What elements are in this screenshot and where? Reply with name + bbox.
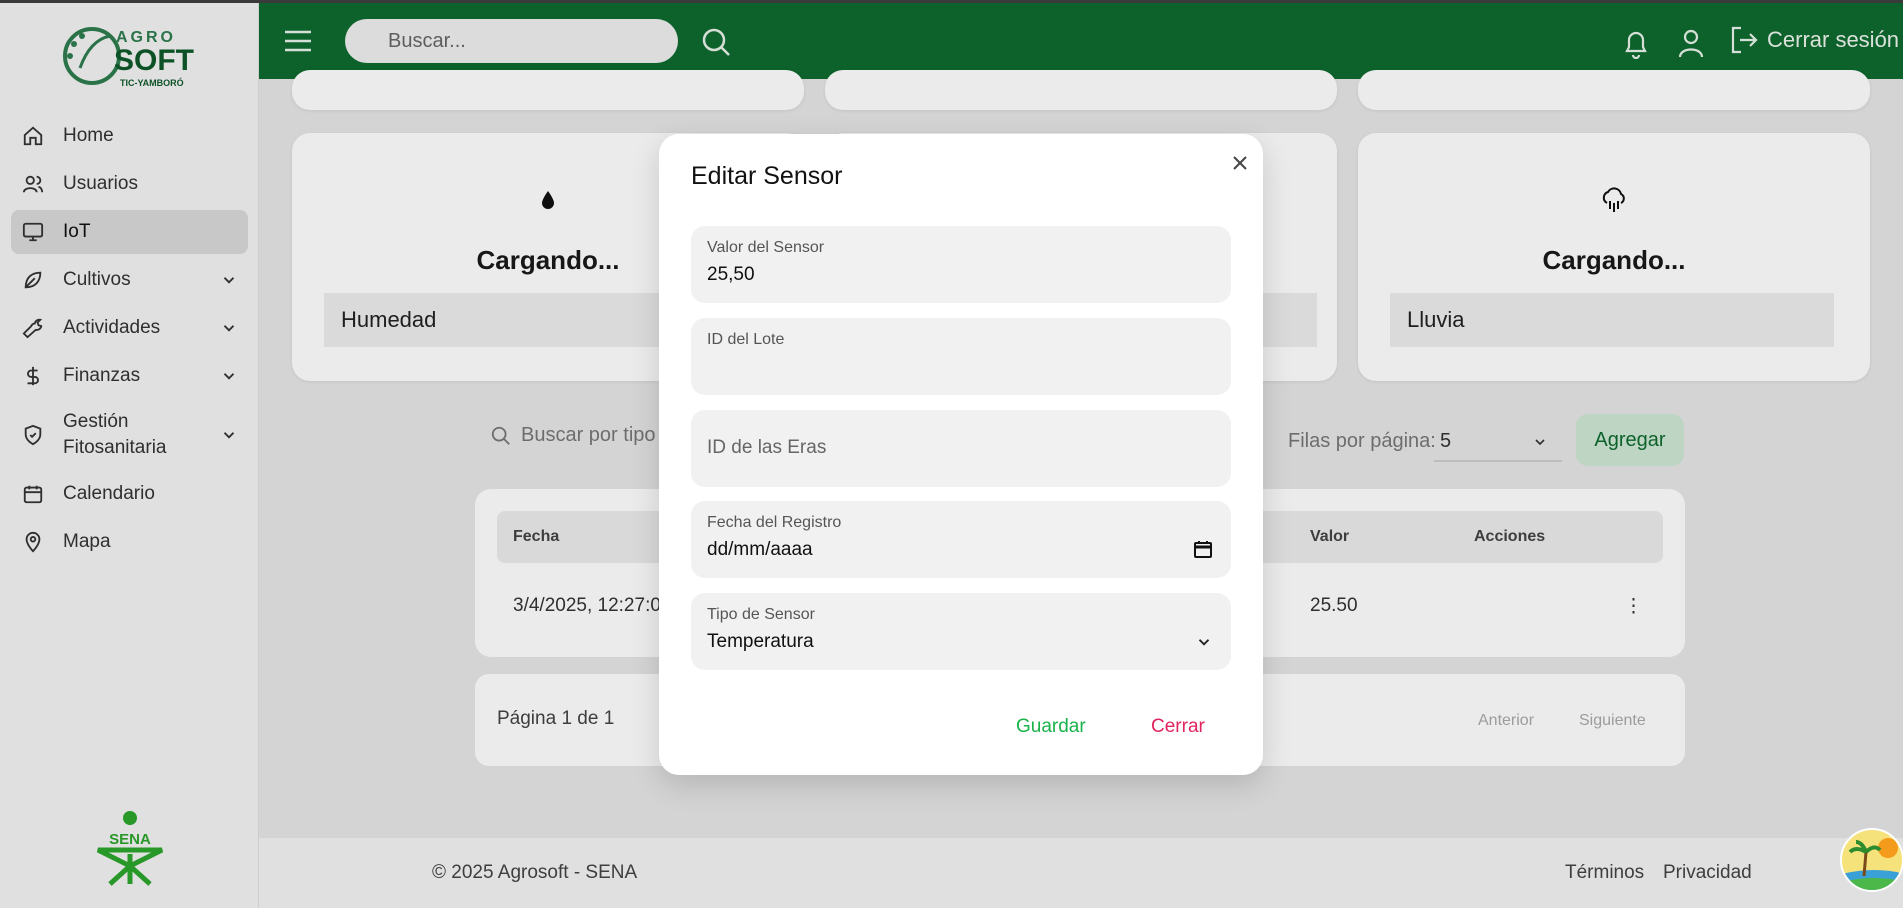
registro-date-field[interactable]: Fecha del Registro dd/mm/aaaa: [691, 501, 1231, 578]
modal-title: Editar Sensor: [691, 162, 843, 190]
field-value: dd/mm/aaaa: [707, 539, 813, 560]
edit-sensor-modal: Editar Sensor Valor del Sensor 25,50 ID …: [659, 134, 1263, 775]
chevron-down-icon: [1198, 639, 1210, 646]
close-icon[interactable]: [1229, 152, 1251, 174]
lote-id-field[interactable]: ID del Lote: [691, 318, 1231, 395]
assistant-bubble[interactable]: [1840, 828, 1903, 892]
field-label: Valor del Sensor: [707, 239, 825, 256]
field-value: 25,50: [707, 264, 755, 285]
cancel-button[interactable]: Cerrar: [1151, 716, 1205, 738]
field-label: ID del Lote: [707, 331, 785, 348]
save-button[interactable]: Guardar: [1016, 716, 1086, 738]
sensor-value-field[interactable]: Valor del Sensor 25,50: [691, 226, 1231, 303]
calendar-icon[interactable]: [1193, 539, 1213, 559]
eras-id-field[interactable]: ID de las Eras: [691, 410, 1231, 487]
window-top-border: [0, 0, 1903, 3]
field-label: Fecha del Registro: [707, 514, 842, 531]
field-placeholder: ID de las Eras: [707, 437, 827, 458]
field-label: Tipo de Sensor: [707, 606, 815, 623]
field-value: Temperatura: [707, 631, 814, 652]
sensor-type-select[interactable]: Tipo de Sensor Temperatura: [691, 593, 1231, 670]
